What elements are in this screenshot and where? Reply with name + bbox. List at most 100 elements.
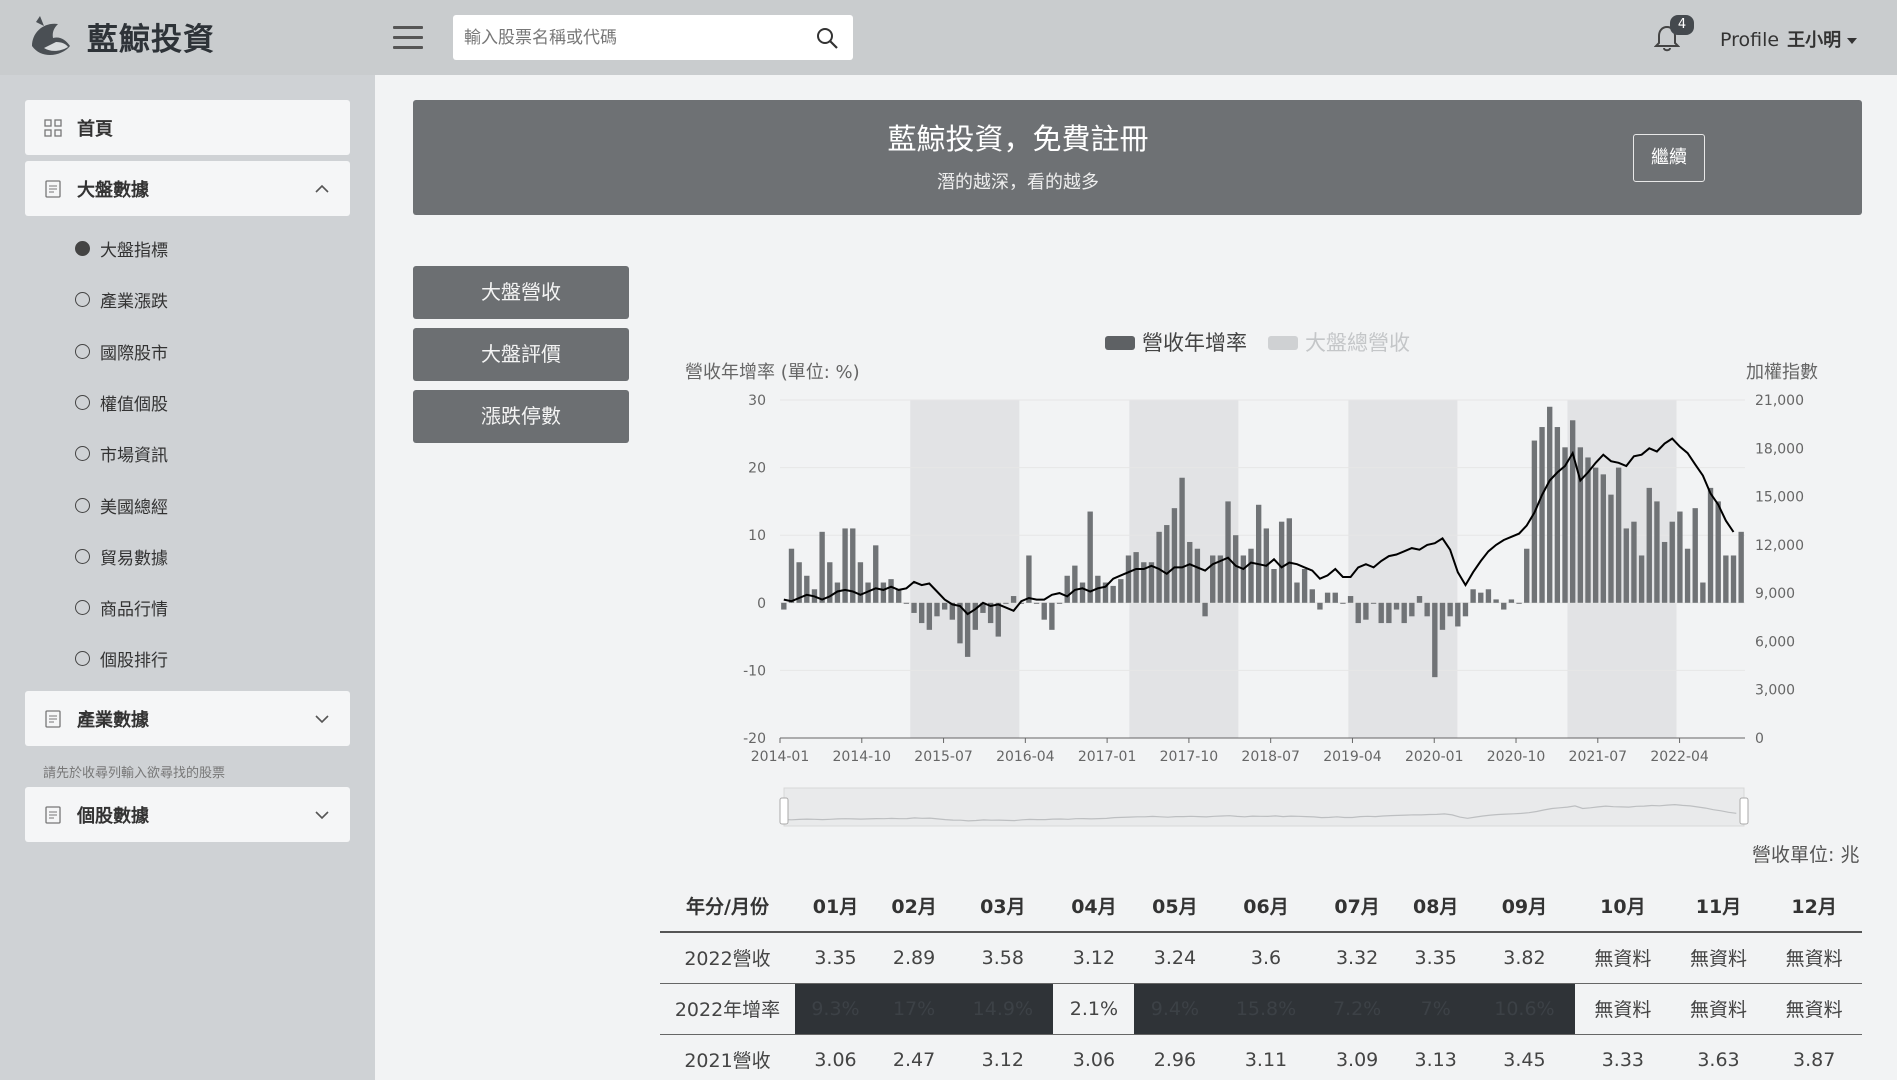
growth-bar	[1715, 501, 1721, 603]
table-cell: 3.24	[1134, 932, 1216, 984]
growth-bar	[1370, 602, 1377, 604]
table-row: 2022營收 3.35 2.89 3.58 3.12 3.24 3.6 3.32 3.35 3.8…	[660, 932, 1862, 984]
table-cell: 3.33	[1575, 1034, 1671, 1080]
growth-bar	[926, 602, 933, 630]
table-cell: 3.35	[1397, 932, 1474, 984]
tab-market-revenue[interactable]: 大盤營收	[413, 266, 629, 319]
sidebar-subitem-label: 貿易數據	[100, 549, 168, 569]
growth-bar	[1072, 565, 1078, 603]
y-right-tick-label: 6,000	[1755, 634, 1795, 650]
table-header-cell: 10月	[1575, 880, 1671, 933]
tab-limit-up-down[interactable]: 漲跌停數	[413, 390, 629, 443]
growth-bar	[1654, 501, 1660, 603]
growth-bar	[1707, 487, 1714, 603]
table-cell: 3.06	[1053, 1034, 1135, 1080]
continue-button[interactable]: 繼續	[1633, 134, 1705, 182]
growth-bar	[1547, 406, 1553, 603]
sidebar-subitem[interactable]: 貿易數據	[75, 544, 168, 569]
avatar[interactable]: Profile	[1720, 29, 1779, 51]
sidebar-section-industry[interactable]: 產業數據	[25, 691, 350, 746]
chevron-down-icon[interactable]	[314, 807, 330, 823]
radio-dot-icon	[75, 651, 90, 666]
growth-bar	[1692, 508, 1698, 603]
sidebar-subitem[interactable]: 國際股市	[75, 339, 168, 364]
y-left-axis-title: 營收年增率 (單位: %)	[685, 362, 860, 383]
search-icon[interactable]	[815, 26, 839, 50]
chevron-up-icon[interactable]	[314, 181, 330, 197]
x-tick-label: 2019-04	[1323, 749, 1382, 765]
y-left-tick-label: -10	[743, 663, 766, 679]
sidebar-hint: 請先於收尋列輸入欲尋找的股票	[43, 766, 226, 781]
growth-bar	[1194, 548, 1201, 603]
growth-bar	[1118, 579, 1124, 603]
growth-bar	[1401, 602, 1407, 624]
x-tick-label: 2015-07	[914, 749, 973, 765]
growth-bar	[1010, 596, 1017, 603]
sidebar-subitem[interactable]: 大盤指標	[75, 236, 168, 261]
profile-menu[interactable]: Profile 王小明	[1720, 26, 1858, 52]
growth-bar	[1255, 504, 1262, 603]
sidebar-section-market[interactable]: 大盤數據	[25, 161, 350, 216]
growth-bar	[1631, 521, 1637, 603]
growth-bar	[911, 602, 917, 613]
sidebar-subitem[interactable]: 產業漲跌	[75, 287, 168, 312]
growth-bar	[1324, 592, 1331, 603]
sidebar-section-stock[interactable]: 個股數據	[25, 787, 350, 842]
growth-bar	[1669, 521, 1675, 603]
search-input[interactable]	[453, 15, 793, 60]
growth-bar	[1278, 521, 1285, 603]
growth-bar	[1003, 602, 1009, 604]
growth-bar	[819, 531, 825, 603]
sidebar-item-home[interactable]: 首頁	[25, 100, 350, 155]
growth-bar	[941, 602, 948, 610]
document-icon	[45, 709, 61, 728]
growth-bar	[1723, 555, 1729, 603]
growth-bar	[1608, 494, 1614, 603]
document-icon	[45, 805, 61, 824]
growth-bar	[857, 562, 864, 603]
table-cell: 3.09	[1316, 1034, 1398, 1080]
x-tick-label: 2021-07	[1569, 749, 1628, 765]
table-cell: 無資料	[1766, 932, 1862, 984]
radio-dot-icon	[75, 549, 90, 564]
table-header-cell: 01月	[795, 880, 876, 933]
radio-dot-icon	[75, 292, 90, 307]
sidebar-subitem[interactable]: 市場資訊	[75, 441, 168, 466]
growth-bar	[1416, 596, 1423, 603]
sidebar-subitem[interactable]: 美國總經	[75, 493, 168, 518]
menu-toggle-icon[interactable]	[393, 26, 423, 50]
table-cell: 無資料	[1766, 983, 1862, 1035]
growth-bar	[1110, 585, 1116, 603]
growth-bar	[1271, 569, 1277, 603]
table-cell: 10.6%	[1473, 983, 1576, 1035]
x-tick-label: 2020-01	[1405, 749, 1464, 765]
growth-bar	[1462, 602, 1469, 617]
sidebar-subitem[interactable]: 商品行情	[75, 595, 168, 620]
y-left-tick-label: 20	[748, 461, 766, 477]
caret-down-icon[interactable]	[1847, 37, 1858, 44]
growth-bar	[842, 528, 848, 603]
growth-bar	[1455, 602, 1461, 627]
tab-market-valuation[interactable]: 大盤評價	[413, 328, 629, 381]
brand-name[interactable]: 藍鯨投資	[87, 14, 215, 59]
sidebar-subitem-label: 權值個股	[100, 395, 168, 415]
growth-bar	[1286, 518, 1292, 603]
x-tick-label: 2020-10	[1487, 749, 1546, 765]
whale-logo-icon	[32, 16, 70, 56]
user-name[interactable]: 王小明	[1787, 30, 1841, 51]
table-header-cell: 04月	[1053, 880, 1135, 933]
chevron-down-icon[interactable]	[314, 711, 330, 727]
table-cell: 無資料	[1670, 932, 1767, 984]
sidebar-subitem[interactable]: 權值個股	[75, 390, 168, 415]
growth-bar	[1638, 555, 1645, 603]
growth-bar	[1585, 457, 1591, 603]
growth-bar	[1378, 602, 1384, 624]
growth-bar	[1317, 602, 1323, 610]
sidebar-section-label: 產業數據	[77, 709, 149, 731]
growth-bar	[1233, 535, 1239, 603]
sidebar-subitem[interactable]: 個股排行	[75, 646, 168, 671]
y-right-tick-label: 3,000	[1755, 683, 1795, 699]
table-header-cell: 03月	[952, 880, 1054, 933]
x-tick-label: 2022-04	[1650, 749, 1709, 765]
signup-banner: 藍鯨投資，免費註冊 潛的越深，看的越多 繼續	[413, 100, 1862, 215]
